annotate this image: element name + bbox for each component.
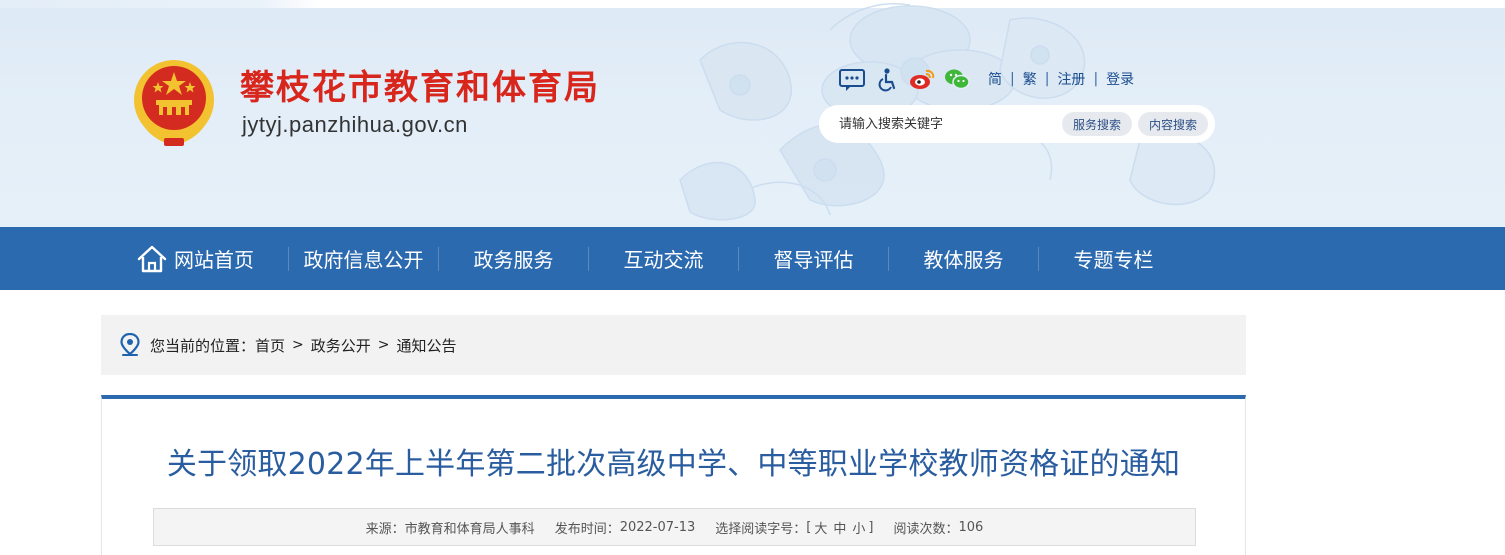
font-size-small-button[interactable]: 小 (852, 518, 865, 537)
nav-item-home[interactable]: 网站首页 (130, 227, 288, 290)
font-size-medium-button[interactable]: 中 (833, 518, 846, 537)
source-value: 市教育和体育局人事科 (404, 521, 535, 537)
message-icon[interactable] (838, 66, 866, 92)
wechat-icon[interactable] (943, 66, 971, 92)
nav-item-special-topics[interactable]: 专题专栏 (1039, 227, 1188, 290)
home-icon (137, 245, 167, 272)
views-label: 阅读次数： (893, 521, 959, 537)
article-title: 关于领取2022年上半年第二批次高级中学、中等职业学校教师资格证的通知 (166, 447, 1181, 482)
breadcrumb-gov-affairs[interactable]: 政务公开 (311, 335, 371, 356)
national-emblem-icon (134, 60, 214, 146)
traditional-chinese-link[interactable]: 繁 (1023, 69, 1037, 89)
separator: | (1044, 71, 1050, 87)
date-value: 2022-07-13 (619, 519, 696, 535)
search-box: 服务搜索 内容搜索 (819, 105, 1215, 143)
bracket-close: ] (868, 519, 874, 535)
breadcrumb-home[interactable]: 首页 (255, 335, 285, 356)
breadcrumb-separator: > (292, 337, 304, 353)
site-domain: jytyj.panzhihua.gov.cn (242, 112, 468, 137)
nav-item-gov-service[interactable]: 政务服务 (439, 227, 588, 290)
header-tools: 简 | 繁 | 注册 | 登录 (838, 66, 1134, 92)
nav-label: 网站首页 (174, 248, 254, 272)
nav-item-supervision[interactable]: 督导评估 (739, 227, 888, 290)
breadcrumb-prefix: 您当前的位置： (150, 336, 256, 355)
top-strip-edge (0, 0, 320, 8)
source-label: 来源： (365, 521, 405, 537)
login-link[interactable]: 登录 (1106, 69, 1134, 89)
breadcrumb-separator: > (377, 337, 390, 353)
separator: | (1093, 71, 1099, 87)
nav-item-interaction[interactable]: 互动交流 (589, 227, 738, 290)
simplified-chinese-link[interactable]: 简 (988, 69, 1002, 89)
lang-links: 简 | 繁 | 注册 | 登录 (988, 69, 1134, 89)
article-meta-bar: 来源： 市教育和体育局人事科 发布时间： 2022-07-13 选择阅读字号： … (153, 508, 1196, 546)
service-search-button[interactable]: 服务搜索 (1062, 112, 1133, 136)
nav-item-gov-info[interactable]: 政府信息公开 (289, 227, 438, 290)
main-nav: 网站首页 政府信息公开 政务服务 互动交流 督导评估 教体服务 专题专栏 (0, 227, 1505, 290)
register-link[interactable]: 注册 (1057, 69, 1085, 89)
font-size-label: 选择阅读字号： (715, 521, 807, 537)
article-container: 关于领取2022年上半年第二批次高级中学、中等职业学校教师资格证的通知 来源： … (101, 395, 1246, 555)
site-title: 攀枝花市教育和体育局 (240, 68, 600, 108)
weibo-icon[interactable] (908, 66, 936, 92)
content-search-button[interactable]: 内容搜索 (1138, 112, 1209, 136)
separator: | (1010, 71, 1015, 87)
nav-item-edu-sports-service[interactable]: 教体服务 (889, 227, 1038, 290)
date-label: 发布时间： (554, 521, 620, 537)
accessibility-icon[interactable] (873, 66, 901, 92)
views-value: 106 (958, 519, 984, 535)
location-pin-icon (120, 333, 140, 356)
bracket-open: [ (806, 519, 812, 535)
search-input[interactable] (837, 109, 1062, 139)
nav-inner: 网站首页 政府信息公开 政务服务 互动交流 督导评估 教体服务 专题专栏 (130, 227, 1188, 290)
breadcrumb-notices[interactable]: 通知公告 (397, 335, 457, 356)
site-header: 攀枝花市教育和体育局 jytyj.panzhihua.gov.cn 简 | 繁 … (0, 0, 1505, 227)
breadcrumb: 您当前的位置： 首页 > 政务公开 > 通知公告 (101, 315, 1246, 375)
font-size-large-button[interactable]: 大 (814, 518, 827, 537)
